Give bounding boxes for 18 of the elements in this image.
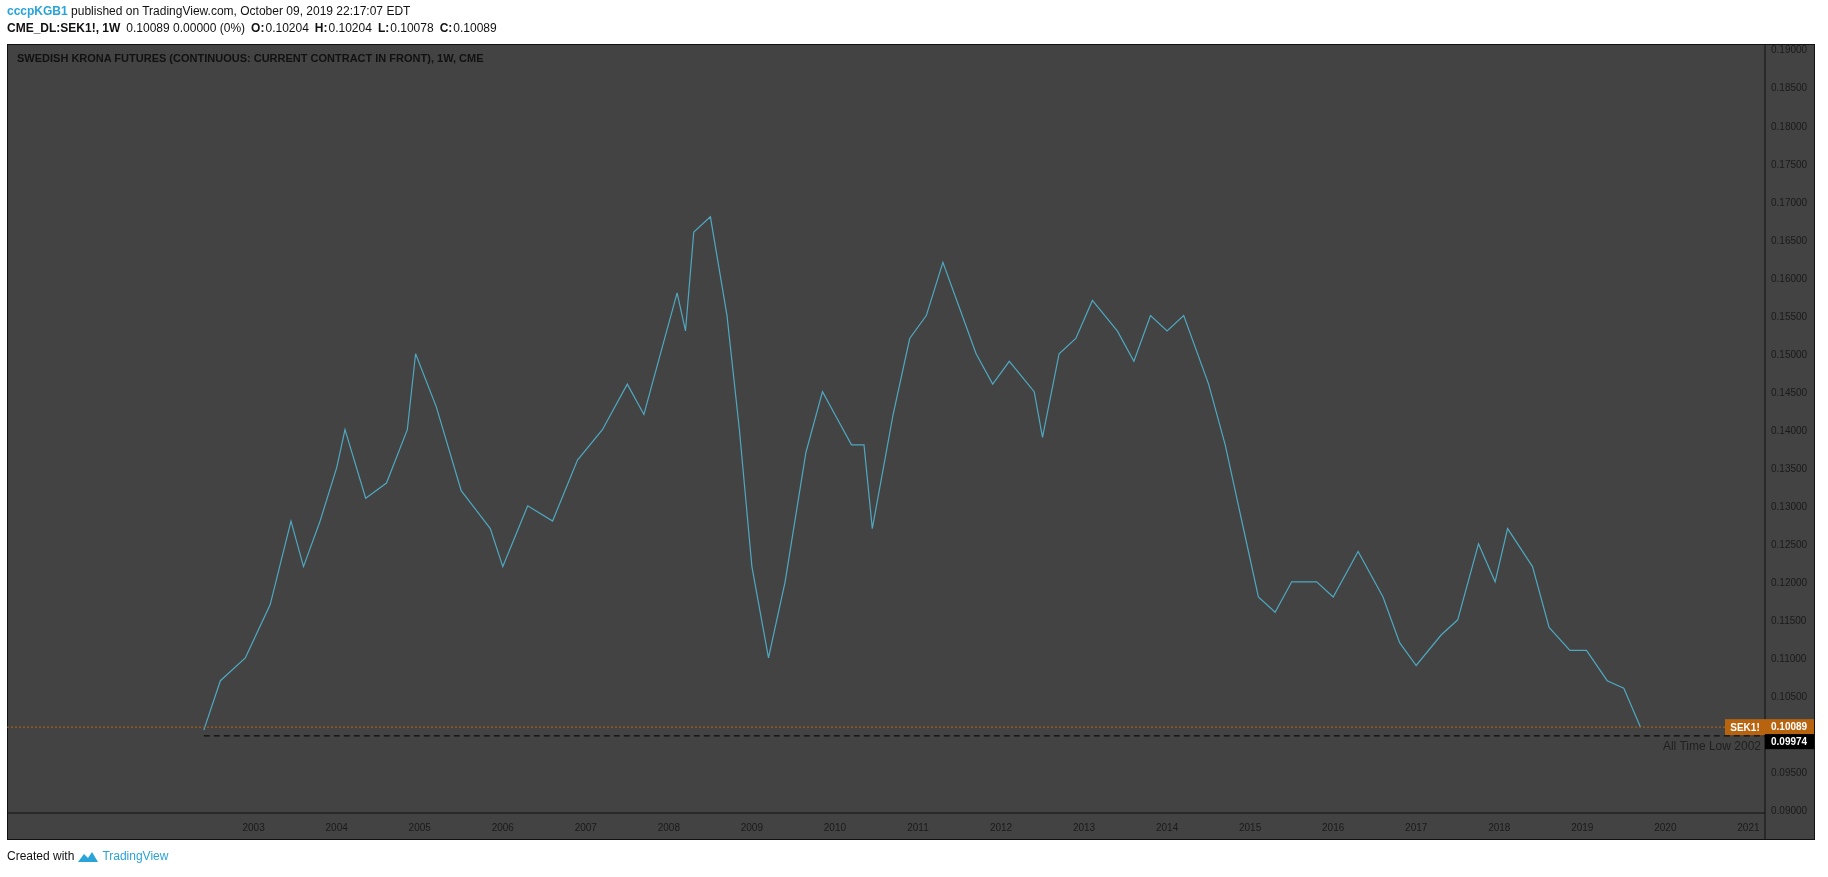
ohlc-value: 0.10204 — [265, 20, 309, 37]
symbol-tag: SEK1! — [1725, 719, 1765, 736]
price-label: 0.09974 — [1765, 734, 1814, 750]
publish-info: published on TradingView.com, October 09, 2019 22:17:07 EDT — [71, 4, 411, 18]
ohlc-label: H: — [314, 20, 328, 37]
ohlc-label: C: — [439, 20, 453, 37]
price-change: 0.10089 0.00000 (0%) — [126, 20, 246, 37]
created-with-text: Created with — [7, 849, 75, 863]
ohlc-label: L: — [377, 20, 390, 37]
brand-link[interactable]: TradingView — [102, 849, 169, 863]
ohlc-value: 0.10089 — [453, 20, 497, 37]
ohlc-label: O: — [251, 20, 265, 37]
ohlc-value: 0.10204 — [328, 20, 372, 37]
symbol-label: CME_DL:SEK1!, 1W — [7, 20, 121, 37]
ohlc-value: 0.10078 — [390, 20, 434, 37]
ref-line-label: SEK1! — [1730, 722, 1760, 734]
author-link[interactable]: cccpKGB1 — [7, 4, 68, 18]
price-label: 0.10089 — [1765, 719, 1814, 735]
